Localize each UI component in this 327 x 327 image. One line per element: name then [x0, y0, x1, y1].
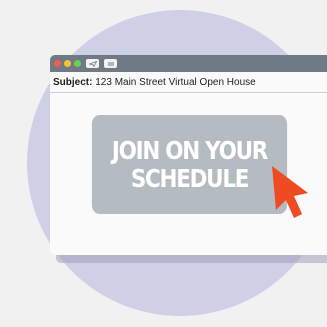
subject-label: Subject: [53, 77, 93, 88]
cta-line-2: SCHEDULE [130, 163, 250, 193]
send-icon [88, 60, 97, 67]
close-window-button[interactable] [54, 60, 61, 67]
subject-value: 123 Main Street Virtual Open House [95, 77, 256, 88]
join-on-your-schedule-button[interactable]: JOIN ON YOUR SCHEDULE [91, 115, 288, 214]
window-titlebar [50, 55, 327, 72]
subject-divider [50, 92, 327, 93]
arrow-cursor-icon [272, 166, 308, 218]
menu-button[interactable] [104, 59, 117, 68]
email-subject: Subject: 123 Main Street Virtual Open Ho… [53, 77, 256, 88]
minimize-window-button[interactable] [64, 60, 71, 67]
menu-icon [107, 62, 114, 65]
cta-line-1: JOIN ON YOUR [111, 135, 268, 165]
zoom-window-button[interactable] [74, 60, 81, 67]
send-button[interactable] [86, 59, 99, 68]
